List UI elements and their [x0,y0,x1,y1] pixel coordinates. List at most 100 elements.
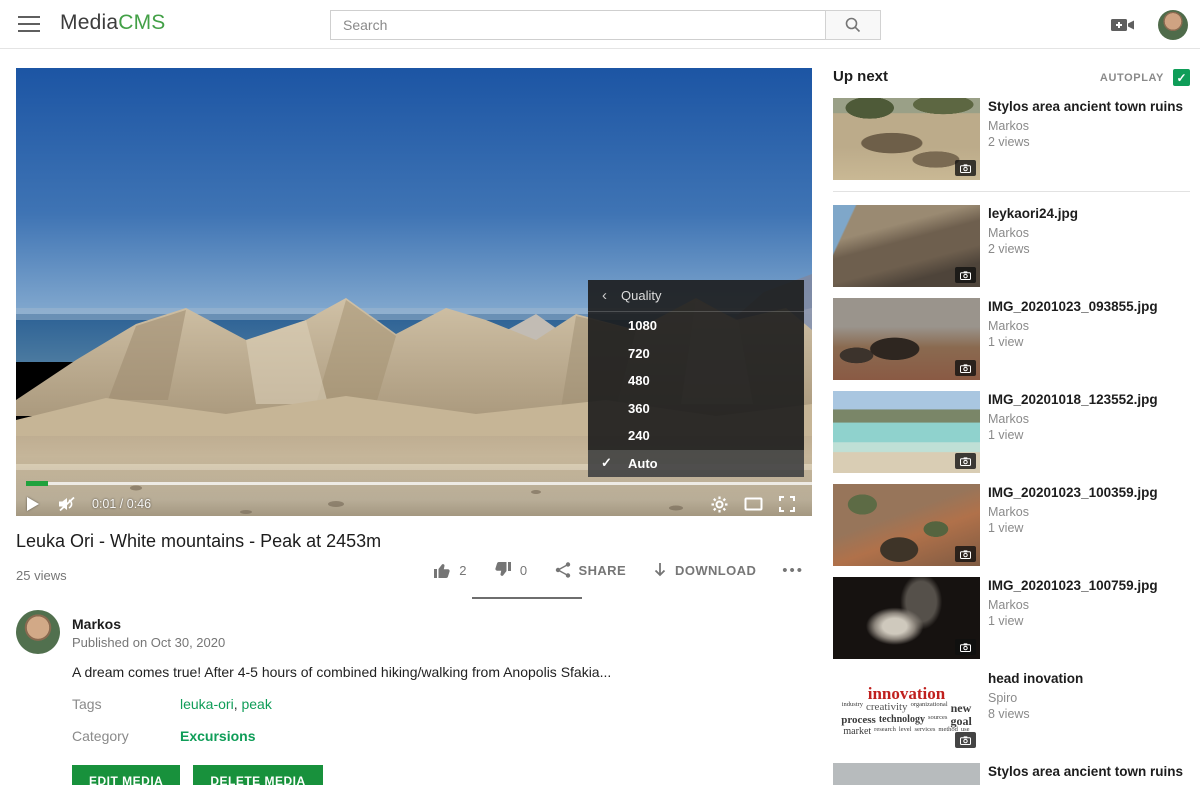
media-author[interactable]: Markos [988,226,1188,240]
tags-label: Tags [72,696,102,712]
camera-icon [955,360,976,376]
autoplay-control: AUTOPLAY ✓ [1100,69,1190,86]
media-title[interactable]: head inovation [988,670,1188,687]
media-views: 2 views [988,135,1188,149]
play-icon [27,497,39,511]
search-input[interactable] [330,10,825,40]
category-label: Category [72,728,129,744]
media-thumbnail[interactable] [833,98,980,180]
media-thumbnail[interactable] [833,484,980,566]
dislike-count: 0 [520,563,528,578]
upload-video-icon[interactable] [1110,16,1136,34]
media-info: IMG_20201018_123552.jpgMarkos1 view [988,391,1188,442]
media-title[interactable]: leykaori24.jpg [988,205,1188,222]
progress-bar[interactable] [26,482,812,485]
edit-media-button[interactable]: EDIT MEDIA [72,765,180,785]
media-thumbnail[interactable] [833,391,980,473]
media-thumbnail[interactable] [833,763,980,785]
media-author[interactable]: Markos [988,319,1188,333]
media-author[interactable]: Markos [988,412,1188,426]
more-options-button[interactable]: ••• [782,562,804,579]
quality-option-1080[interactable]: 1080 [588,312,804,340]
quality-option-480[interactable]: 480 [588,367,804,395]
up-next-item[interactable]: IMG_20201023_100359.jpgMarkos1 view [833,484,1190,566]
quality-option-label: 1080 [628,318,657,333]
media-author[interactable]: Markos [988,119,1188,133]
meta-row: 25 views 2 0 SHARE [16,556,804,602]
tags-list: leuka-ori, peak [180,696,272,712]
up-next-item[interactable]: IMG_20201018_123552.jpgMarkos1 view [833,391,1190,473]
top-header: MediaCMS [0,0,1200,49]
download-label: DOWNLOAD [675,563,756,578]
download-button[interactable]: DOWNLOAD [652,561,756,579]
up-next-list: Stylos area ancient town ruins Markos 2 vi… [833,98,1190,785]
like-button[interactable]: 2 [432,560,467,580]
up-next-item[interactable]: Stylos area ancient town ruins [833,763,1190,785]
media-info: Stylos area ancient town ruins [988,763,1188,780]
share-label: SHARE [579,563,627,578]
up-next-item[interactable]: leykaori24.jpgMarkos2 views [833,205,1190,287]
muted-volume-icon [57,495,77,513]
autoplay-checkbox[interactable]: ✓ [1173,69,1190,86]
video-player[interactable]: 0:01 / 0:46 [16,68,812,516]
category-link[interactable]: Excursions [180,728,255,744]
quality-option-label: 480 [628,373,650,388]
play-button[interactable] [16,492,50,516]
like-count: 2 [459,563,467,578]
share-button[interactable]: SHARE [554,561,627,579]
tag-link[interactable]: peak [241,696,271,712]
media-title[interactable]: IMG_20201023_100359.jpg [988,484,1188,501]
media-thumbnail[interactable] [833,298,980,380]
search-button[interactable] [825,10,881,40]
mute-button[interactable] [50,492,84,516]
logo[interactable]: MediaCMS [60,11,165,35]
up-next-sidebar: Up next AUTOPLAY ✓ Stylos area ancient t… [833,62,1190,785]
video-description: A dream comes true! After 4-5 hours of c… [72,664,772,680]
quality-menu-header[interactable]: ‹ Quality [588,280,804,312]
quality-option-label: Auto [628,456,658,471]
media-info: head inovationSpiro8 views [988,670,1188,721]
media-title[interactable]: IMG_20201023_093855.jpg [988,298,1188,315]
media-author[interactable]: Markos [988,598,1188,612]
theater-mode-button[interactable] [736,492,770,516]
media-title[interactable]: IMG_20201018_123552.jpg [988,391,1188,408]
media-author[interactable]: Spiro [988,691,1188,705]
media-title[interactable]: Stylos area ancient town ruins [988,98,1188,115]
search-bar [330,10,881,40]
media-thumbnail[interactable] [833,577,980,659]
logo-cms: CMS [118,11,165,34]
tag-link[interactable]: leuka-ori [180,696,234,712]
up-next-item[interactable]: IMG_20201023_100759.jpgMarkos1 view [833,577,1190,659]
media-title[interactable]: Stylos area ancient town ruins [988,763,1188,780]
progress-played [26,481,48,486]
camera-icon [955,267,976,283]
author-name[interactable]: Markos [72,616,121,632]
user-avatar[interactable] [1158,10,1188,40]
media-author[interactable]: Markos [988,505,1188,519]
menu-icon[interactable] [18,16,40,32]
up-next-item[interactable]: innovationindustrycreativityorganization… [833,670,1190,752]
camera-icon [955,453,976,469]
category-value: Excursions [180,728,255,744]
dislike-button[interactable]: 0 [493,560,528,580]
fullscreen-button[interactable] [770,492,804,516]
media-management-buttons: EDIT MEDIA DELETE MEDIA [72,765,323,785]
mediacms-page: MediaCMS [0,0,1200,785]
up-next-title: Up next [833,68,888,85]
quality-option-auto[interactable]: ✓Auto [588,450,804,478]
back-chevron-icon: ‹ [602,287,607,304]
quality-option-720[interactable]: 720 [588,340,804,368]
media-title[interactable]: IMG_20201023_100759.jpg [988,577,1188,594]
media-thumbnail[interactable]: innovationindustrycreativityorganization… [833,670,980,752]
settings-button[interactable] [702,492,736,516]
quality-option-360[interactable]: 360 [588,395,804,423]
divider [833,191,1190,192]
quality-option-240[interactable]: 240 [588,422,804,450]
author-avatar[interactable] [16,610,60,654]
quality-menu-list: 1080 720 480 360240✓Auto [588,312,804,477]
up-next-item[interactable]: Stylos area ancient town ruins Markos 2 vi… [833,98,1190,180]
media-thumbnail[interactable] [833,205,980,287]
media-info: IMG_20201023_093855.jpgMarkos1 view [988,298,1188,349]
delete-media-button[interactable]: DELETE MEDIA [193,765,322,785]
up-next-item[interactable]: IMG_20201023_093855.jpgMarkos1 view [833,298,1190,380]
